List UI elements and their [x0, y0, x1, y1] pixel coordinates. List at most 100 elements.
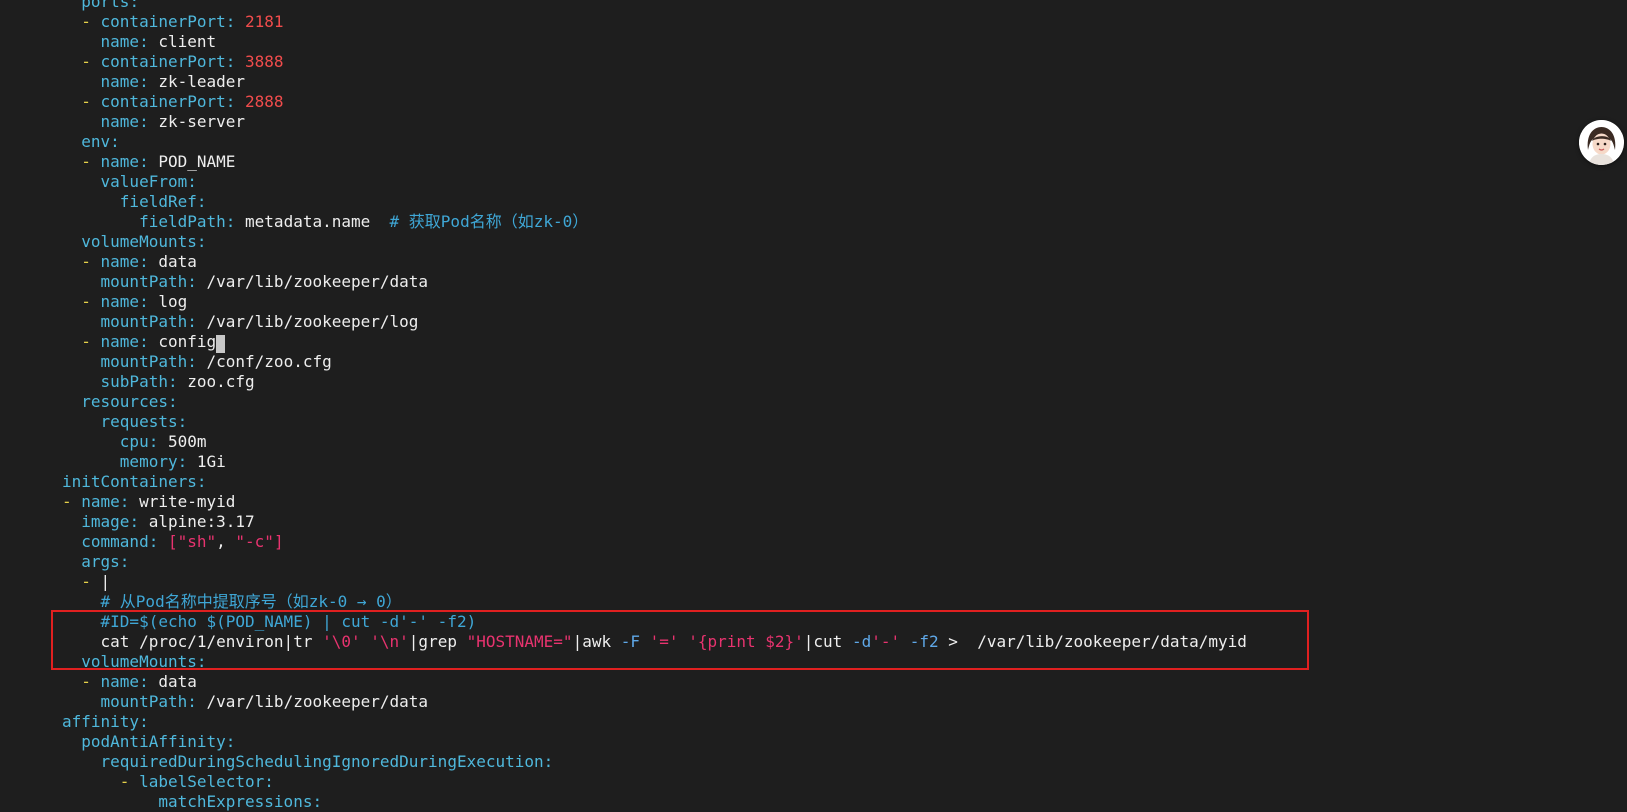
code-token-key: subPath	[100, 372, 168, 391]
code-line[interactable]: volumeMounts:	[0, 232, 1627, 252]
code-token-key: mountPath	[100, 272, 188, 291]
code-token-key: containerPort	[100, 12, 226, 31]
code-line[interactable]: - containerPort: 3888	[0, 52, 1627, 72]
code-line[interactable]: - |	[0, 572, 1627, 592]
code-token-key: name	[100, 152, 140, 171]
code-line[interactable]: args:	[0, 552, 1627, 572]
code-line[interactable]: name: zk-server	[0, 112, 1627, 132]
code-token-key: :	[177, 452, 197, 471]
code-line[interactable]: - name: config	[0, 332, 1627, 353]
code-token-key: memory	[119, 452, 178, 471]
code-token-val: metadata.name	[245, 212, 390, 231]
code-token-key: :	[119, 492, 140, 511]
code-line[interactable]: affinity:	[0, 712, 1627, 732]
code-token-str: '-'	[871, 632, 901, 651]
code-line[interactable]: mountPath: /conf/zoo.cfg	[0, 352, 1627, 372]
code-token-ws	[62, 452, 120, 471]
code-token-ws	[62, 172, 101, 191]
code-line[interactable]: podAntiAffinity:	[0, 732, 1627, 752]
code-line[interactable]: mountPath: /var/lib/zookeeper/data	[0, 272, 1627, 292]
code-token-key: :	[119, 552, 130, 571]
code-token-key: requiredDuringSchedulingIgnoredDuringExe…	[100, 752, 544, 771]
code-line[interactable]: image: alpine:3.17	[0, 512, 1627, 532]
code-token-key: mountPath	[100, 692, 188, 711]
code-line[interactable]: valueFrom:	[0, 172, 1627, 192]
code-line[interactable]: requiredDuringSchedulingIgnoredDuringExe…	[0, 752, 1627, 772]
code-token-str: '\0'	[322, 632, 361, 651]
code-line[interactable]: initContainers:	[0, 472, 1627, 492]
code-token-str: ]	[273, 532, 284, 551]
code-line[interactable]: cat /proc/1/environ|tr '\0' '\n'|grep "H…	[0, 632, 1627, 652]
code-line[interactable]: - name: data	[0, 672, 1627, 692]
code-line[interactable]: name: client	[0, 32, 1627, 52]
code-token-ws	[62, 312, 101, 331]
code-token-key: :	[187, 692, 207, 711]
code-line[interactable]: matchExpressions:	[0, 792, 1627, 812]
code-token-ws	[62, 152, 81, 171]
code-token-ws	[62, 532, 81, 551]
code-token-key: args	[81, 552, 120, 571]
code-line[interactable]: memory: 1Gi	[0, 452, 1627, 472]
code-line[interactable]: env:	[0, 132, 1627, 152]
code-line[interactable]: fieldPath: metadata.name # 获取Pod名称（如zk-0…	[0, 212, 1627, 232]
code-token-key: affinity	[62, 712, 140, 731]
code-token-ws	[62, 392, 81, 411]
code-token-val: 1Gi	[196, 452, 226, 471]
code-line[interactable]: command: ["sh", "-c"]	[0, 532, 1627, 552]
code-token-key: :	[187, 312, 207, 331]
code-line[interactable]: - containerPort: 2888	[0, 92, 1627, 112]
code-line[interactable]: mountPath: /var/lib/zookeeper/log	[0, 312, 1627, 332]
code-line[interactable]: cpu: 500m	[0, 432, 1627, 452]
code-line[interactable]: subPath: zoo.cfg	[0, 372, 1627, 392]
code-line[interactable]: - name: data	[0, 252, 1627, 272]
code-line[interactable]: requests:	[0, 412, 1627, 432]
code-token-comment: # 获取Pod名称（如zk-0）	[389, 212, 589, 231]
code-line[interactable]: # 从Pod名称中提取序号（如zk-0 → 0）	[0, 592, 1627, 612]
code-token-key: :	[225, 732, 236, 751]
code-token-ws	[62, 732, 81, 751]
code-line[interactable]: ports:	[0, 0, 1627, 12]
code-token-val: zk-leader	[158, 72, 246, 91]
code-token-dash: -	[81, 52, 101, 71]
code-token-ws	[62, 552, 81, 571]
code-token-key: volumeMounts	[81, 652, 197, 671]
code-token-str: "sh"	[177, 532, 217, 551]
code-line[interactable]: name: zk-leader	[0, 72, 1627, 92]
code-token-ws	[62, 292, 81, 311]
code-line[interactable]: volumeMounts:	[0, 652, 1627, 672]
code-token-key: name	[81, 492, 120, 511]
code-editor[interactable]: ports: - containerPort: 2181 name: clien…	[0, 0, 1627, 812]
code-token-val: |grep	[408, 632, 467, 651]
code-token-key: :	[139, 292, 159, 311]
assistant-avatar[interactable]	[1579, 120, 1624, 165]
code-token-key: :	[139, 72, 159, 91]
code-token-ws	[62, 652, 81, 671]
code-line[interactable]: fieldRef:	[0, 192, 1627, 212]
code-line[interactable]: mountPath: /var/lib/zookeeper/data	[0, 692, 1627, 712]
code-line[interactable]: resources:	[0, 392, 1627, 412]
code-token-key: cpu	[119, 432, 149, 451]
code-token-dash: -	[62, 492, 82, 511]
code-token-key: :	[129, 0, 140, 11]
code-token-ws	[62, 0, 81, 11]
code-line[interactable]: - name: log	[0, 292, 1627, 312]
code-token-str: '{print $2}'	[688, 632, 804, 651]
code-token-key: :	[167, 392, 178, 411]
code-token-ws	[62, 412, 101, 431]
code-token-key: matchExpressions	[158, 792, 313, 811]
code-token-val: |	[100, 572, 111, 591]
code-token-val: /conf/zoo.cfg	[206, 352, 332, 371]
code-token-ws	[62, 352, 101, 371]
code-token-ws	[62, 612, 101, 631]
code-line[interactable]: - containerPort: 2181	[0, 12, 1627, 32]
code-line[interactable]: - labelSelector:	[0, 772, 1627, 792]
code-token-key: :	[187, 172, 197, 191]
code-line[interactable]: - name: POD_NAME	[0, 152, 1627, 172]
code-token-ws	[62, 672, 81, 691]
code-token-key: volumeMounts	[81, 232, 197, 251]
code-token-key: :	[129, 512, 149, 531]
code-line[interactable]: #ID=$(echo $(POD_NAME) | cut -d'-' -f2)	[0, 612, 1627, 632]
code-line[interactable]: - name: write-myid	[0, 492, 1627, 512]
code-token-key: fieldPath	[139, 212, 226, 231]
code-token-ws	[62, 432, 120, 451]
